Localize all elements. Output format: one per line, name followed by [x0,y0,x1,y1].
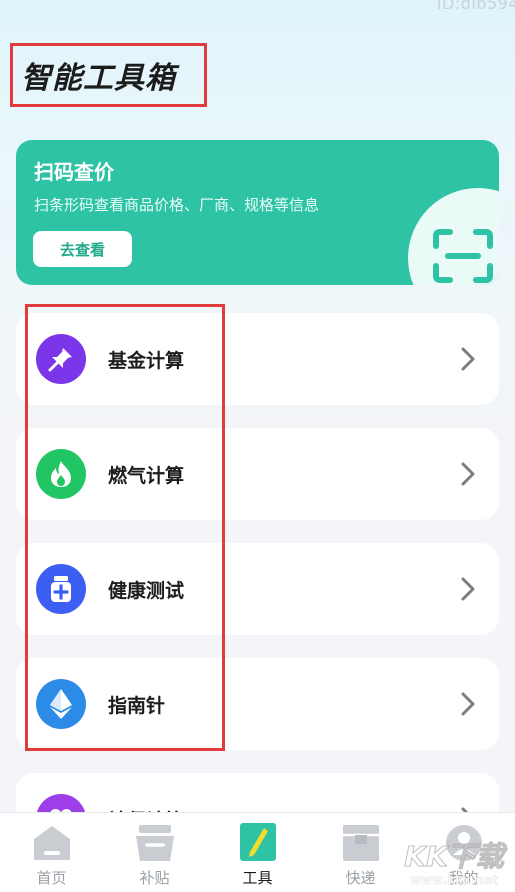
corner-watermark: ID:dib594 [436,0,515,13]
tab-tools[interactable]: 工具 [206,813,309,892]
flame-icon [36,449,86,499]
tool-row-compass[interactable]: 指南针 [16,658,499,750]
tool-label: 指南针 [108,694,166,717]
pushpin-icon [36,334,86,384]
scan-card-description: 扫条形码查看商品价格、厂商、规格等信息 [34,196,320,214]
scan-card-title: 扫码查价 [34,160,114,184]
view-button[interactable]: 去查看 [33,231,132,267]
scan-price-card[interactable]: 扫码查价 扫条形码查看商品价格、厂商、规格等信息 去查看 [16,140,499,285]
pen-tool-icon [240,823,276,861]
kkx-url-text: www.kkx.net [410,873,498,887]
tab-subsidy[interactable]: 补贴 [103,813,206,892]
kkx-logo-text: KK下载 [404,840,507,873]
page-title-highlight: 智能工具箱 [10,43,207,107]
scan-frame-icon [433,229,493,283]
tab-label: 快递 [345,869,376,887]
basket-icon [136,825,174,861]
box-icon [343,825,379,861]
chevron-right-icon [461,692,475,716]
tool-row-gas-calc[interactable]: 燃气计算 [16,428,499,520]
chevron-right-icon [461,577,475,601]
tool-row-fund-calc[interactable]: 基金计算 [16,313,499,405]
tab-express[interactable]: 快递 [309,813,412,892]
tab-home[interactable]: 首页 [0,813,103,892]
tab-label: 补贴 [139,869,170,887]
chevron-right-icon [461,462,475,486]
page-title: 智能工具箱 [21,61,176,96]
tab-label: 首页 [36,869,67,887]
home-icon [34,826,70,860]
compass-diamond-icon [36,679,86,729]
tool-label: 燃气计算 [108,464,185,487]
tab-label: 工具 [242,869,273,887]
tool-label: 基金计算 [108,349,185,372]
tool-row-health-test[interactable]: 健康测试 [16,543,499,635]
tool-label: 健康测试 [108,579,185,602]
chevron-right-icon [461,347,475,371]
kkx-watermark-logo: KK下载 www.kkx.net [404,840,508,888]
medicine-bottle-icon [36,564,86,614]
